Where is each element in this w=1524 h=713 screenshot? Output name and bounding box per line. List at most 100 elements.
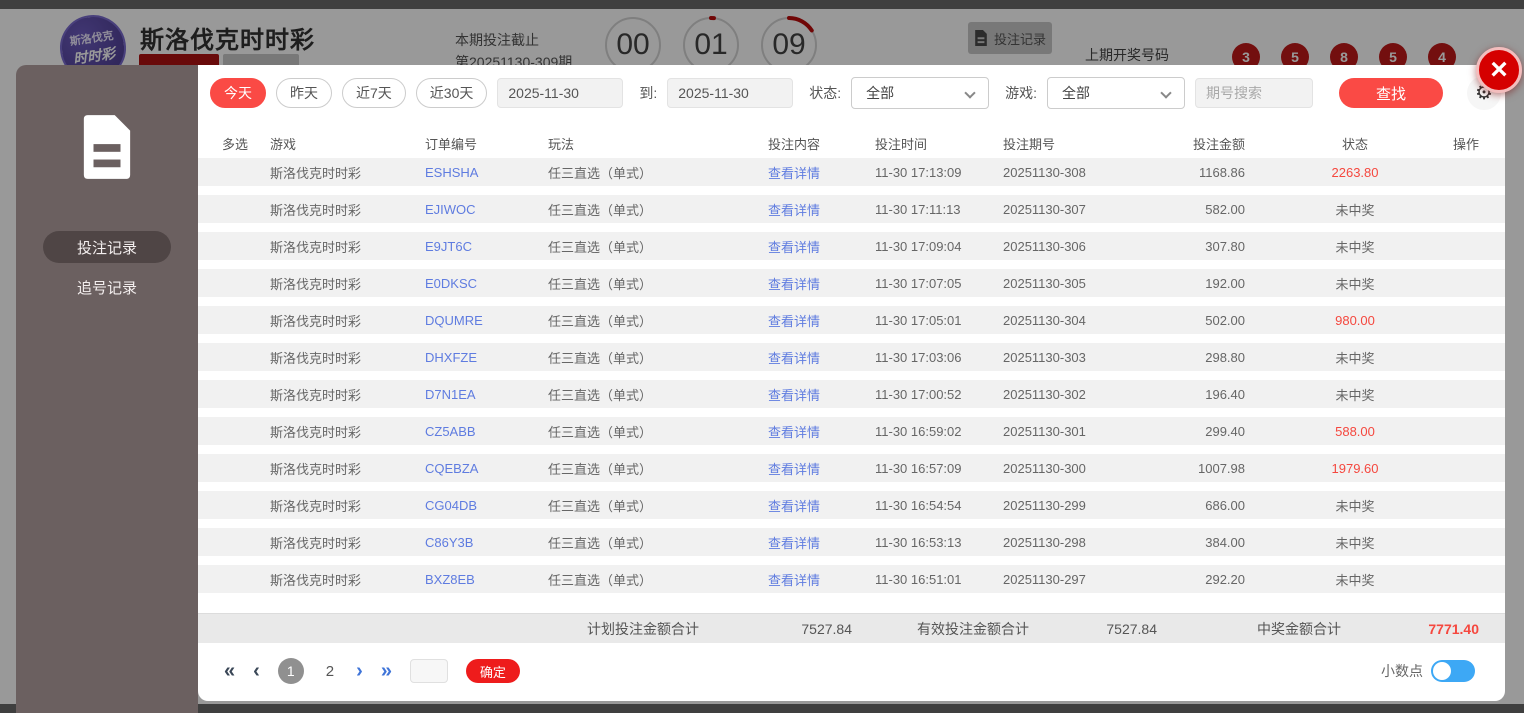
- row-play: 任三直选（单式）: [548, 350, 653, 366]
- quick-filter-button[interactable]: 近30天: [415, 78, 488, 108]
- close-modal-button[interactable]: ×: [1476, 47, 1522, 93]
- win-total-label: 中奖金额合计: [1257, 620, 1341, 637]
- view-details-link[interactable]: 查看详情: [768, 385, 875, 404]
- next-page-icon[interactable]: ›: [356, 661, 363, 681]
- row-amount: 307.80: [1205, 238, 1245, 254]
- row-amount: 1007.98: [1198, 460, 1245, 476]
- view-details-link[interactable]: 查看详情: [768, 311, 875, 330]
- row-period: 20251130-307: [1003, 201, 1086, 217]
- col-order-id: 订单编号: [425, 136, 478, 152]
- table-row: 斯洛伐克时时彩 DHXFZE 任三直选（单式） 查看详情 11-30 17:03:06 2…: [198, 343, 1505, 371]
- row-amount: 292.20: [1205, 571, 1245, 587]
- table-row: 斯洛伐克时时彩 D7N1EA 任三直选（单式） 查看详情 11-30 17:00:52 2…: [198, 380, 1505, 408]
- search-button[interactable]: 查找: [1339, 78, 1444, 108]
- game-label: 游戏:: [1005, 85, 1038, 101]
- order-id-link[interactable]: D7N1EA: [425, 387, 548, 402]
- row-play: 任三直选（单式）: [548, 424, 653, 440]
- row-amount: 384.00: [1205, 534, 1245, 550]
- table-row: 斯洛伐克时时彩 BXZ8EB 任三直选（单式） 查看详情 11-30 16:51:01 2…: [198, 565, 1505, 593]
- status-select-value: 全部: [866, 85, 895, 101]
- order-id-link[interactable]: ESHSHA: [425, 165, 548, 180]
- status-select[interactable]: 全部: [851, 77, 990, 109]
- order-id-link[interactable]: CG04DB: [425, 498, 548, 513]
- order-id-link[interactable]: EJIWOC: [425, 202, 548, 217]
- order-id-link[interactable]: E0DKSC: [425, 276, 548, 291]
- row-game: 斯洛伐克时时彩: [270, 498, 362, 514]
- row-status: 未中奖: [1335, 498, 1375, 514]
- row-game: 斯洛伐克时时彩: [270, 461, 362, 477]
- row-time: 11-30 16:54:54: [875, 497, 962, 513]
- sidebar-item-bet-records[interactable]: 投注记录: [43, 231, 171, 263]
- quick-filter-button[interactable]: 昨天: [276, 78, 332, 108]
- page-jump-input[interactable]: [409, 659, 448, 683]
- date-to-input[interactable]: [667, 78, 794, 108]
- row-period: 20251130-298: [1003, 534, 1086, 550]
- row-status: 未中奖: [1335, 535, 1375, 551]
- row-game: 斯洛伐克时时彩: [270, 535, 362, 551]
- page-button-2[interactable]: 2: [322, 663, 338, 680]
- row-period: 20251130-301: [1003, 423, 1086, 439]
- row-status: 未中奖: [1335, 239, 1375, 255]
- last-page-icon[interactable]: »: [381, 661, 392, 681]
- order-id-link[interactable]: CQEBZA: [425, 461, 548, 476]
- table-row: 斯洛伐克时时彩 ESHSHA 任三直选（单式） 查看详情 11-30 17:13:09 2…: [198, 158, 1505, 186]
- row-play: 任三直选（单式）: [548, 276, 653, 292]
- table-row: 斯洛伐克时时彩 CZ5ABB 任三直选（单式） 查看详情 11-30 16:59:02 2…: [198, 417, 1505, 445]
- view-details-link[interactable]: 查看详情: [768, 163, 875, 182]
- period-search-input[interactable]: [1195, 78, 1314, 108]
- view-details-link[interactable]: 查看详情: [768, 237, 875, 256]
- table-row: 斯洛伐克时时彩 E9JT6C 任三直选（单式） 查看详情 11-30 17:09:04 2…: [198, 232, 1505, 260]
- quick-filter-button[interactable]: 今天: [210, 78, 266, 108]
- decimal-toggle[interactable]: [1431, 660, 1475, 682]
- row-period: 20251130-306: [1003, 238, 1086, 254]
- row-play: 任三直选（单式）: [548, 165, 653, 181]
- row-period: 20251130-308: [1003, 164, 1086, 180]
- row-period: 20251130-304: [1003, 312, 1086, 328]
- quick-filter-button[interactable]: 近7天: [342, 78, 406, 108]
- row-time: 11-30 17:03:06: [875, 349, 962, 365]
- row-time: 11-30 16:51:01: [875, 571, 962, 587]
- confirm-button[interactable]: 确定: [465, 659, 520, 683]
- col-multiselect: 多选: [222, 136, 249, 152]
- modal-sidebar: 投注记录 追号记录: [16, 65, 198, 713]
- view-details-link[interactable]: 查看详情: [768, 422, 875, 441]
- view-details-link[interactable]: 查看详情: [768, 533, 875, 552]
- sidebar-item-chase-records[interactable]: 追号记录: [43, 271, 171, 303]
- row-play: 任三直选（单式）: [548, 387, 653, 403]
- order-id-link[interactable]: BXZ8EB: [425, 572, 548, 587]
- order-id-link[interactable]: CZ5ABB: [425, 424, 548, 439]
- prev-page-icon[interactable]: ‹: [253, 661, 260, 681]
- col-status: 状态: [1341, 136, 1368, 152]
- first-page-icon[interactable]: «: [224, 661, 235, 681]
- game-select[interactable]: 全部: [1047, 77, 1186, 109]
- row-amount: 196.40: [1205, 386, 1245, 402]
- view-details-link[interactable]: 查看详情: [768, 496, 875, 515]
- row-time: 11-30 17:07:05: [875, 275, 962, 291]
- records-document-icon: [83, 115, 131, 179]
- row-amount: 686.00: [1205, 497, 1245, 513]
- view-details-link[interactable]: 查看详情: [768, 570, 875, 589]
- view-details-link[interactable]: 查看详情: [768, 348, 875, 367]
- row-status: 1979.60: [1331, 460, 1379, 476]
- row-time: 11-30 16:53:13: [875, 534, 962, 550]
- row-period: 20251130-299: [1003, 497, 1086, 513]
- order-id-link[interactable]: E9JT6C: [425, 239, 548, 254]
- row-play: 任三直选（单式）: [548, 498, 653, 514]
- order-id-link[interactable]: C86Y3B: [425, 535, 548, 550]
- row-status: 588.00: [1335, 423, 1375, 439]
- toggle-knob: [1433, 662, 1451, 680]
- quick-filter-group: 今天 昨天 近7天 近30天: [210, 78, 488, 108]
- date-from-input[interactable]: [497, 78, 624, 108]
- row-period: 20251130-300: [1003, 460, 1086, 476]
- order-id-link[interactable]: DHXFZE: [425, 350, 548, 365]
- view-details-link[interactable]: 查看详情: [768, 459, 875, 478]
- row-time: 11-30 17:11:13: [875, 201, 961, 217]
- view-details-link[interactable]: 查看详情: [768, 274, 875, 293]
- order-id-link[interactable]: DQUMRE: [425, 313, 548, 328]
- view-details-link[interactable]: 查看详情: [768, 200, 875, 219]
- page-button-1[interactable]: 1: [277, 658, 304, 684]
- chevron-down-icon: [1160, 87, 1172, 99]
- row-status: 未中奖: [1335, 387, 1375, 403]
- plan-total-value: 7527.84: [801, 620, 852, 637]
- table-row: 斯洛伐克时时彩 E0DKSC 任三直选（单式） 查看详情 11-30 17:07:05 2…: [198, 269, 1505, 297]
